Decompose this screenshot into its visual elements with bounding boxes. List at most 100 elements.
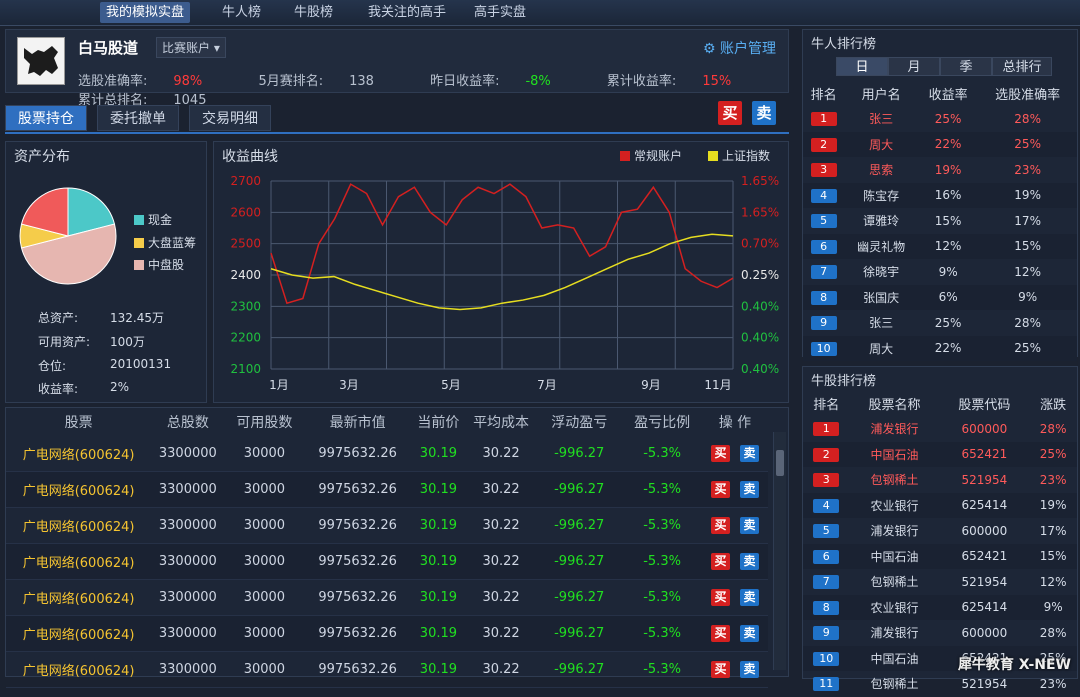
- rank-cell: 625414: [939, 594, 1030, 620]
- rank-cell: 25%: [934, 315, 962, 330]
- rank-row[interactable]: 5 谭雅玲 15% 17%: [803, 208, 1077, 234]
- table-cell: -996.27: [536, 507, 623, 544]
- rank-row[interactable]: 2 周大 22% 25%: [803, 131, 1077, 157]
- buy-button[interactable]: 买: [718, 101, 742, 125]
- rank-cell: 22%: [917, 131, 979, 157]
- row-sell-button[interactable]: 卖: [739, 553, 759, 570]
- col-header: 当前价: [417, 415, 460, 431]
- tab-expert[interactable]: 高手实盘: [468, 2, 532, 23]
- table-cell: 30.22: [465, 436, 537, 472]
- rank-cell: 652421: [939, 441, 1030, 467]
- rank-row[interactable]: 7 徐晓宇 9% 12%: [803, 259, 1077, 285]
- row-buy-button[interactable]: 买: [710, 517, 730, 534]
- tab-holdings[interactable]: 股票持仓: [5, 105, 87, 131]
- legend-midcap: 中盘股: [134, 256, 184, 273]
- table-row[interactable]: 广电网络(600624) 3300000 30000 9975632.26 30.19 3…: [6, 436, 768, 472]
- tab-my-sim[interactable]: 我的模拟实盘: [100, 2, 191, 23]
- rtab-total[interactable]: 总排行: [992, 57, 1052, 76]
- rtab-day[interactable]: 日: [836, 57, 888, 76]
- rank-cell: 19%: [1029, 492, 1077, 518]
- rank-row[interactable]: 9 张三 25% 28%: [803, 310, 1077, 336]
- tab-niuren[interactable]: 牛人榜: [216, 2, 267, 23]
- rank-cell: 15%: [978, 233, 1077, 259]
- rank-row[interactable]: 2 中国石油 652421 25%: [803, 441, 1077, 467]
- table-cell: 9975632.26: [304, 651, 411, 688]
- rank-row[interactable]: 6 中国石油 652421 15%: [803, 543, 1077, 569]
- legend-swatch: [134, 238, 144, 248]
- y-left-tick: 2500: [230, 237, 261, 251]
- rank-row[interactable]: 1 张三 25% 28%: [803, 106, 1077, 132]
- rank-row[interactable]: 5 浦发银行 600000 17%: [803, 518, 1077, 544]
- rank-cell: 15%: [934, 213, 962, 228]
- row-buy-button[interactable]: 买: [710, 445, 730, 462]
- rank-header: 排名: [810, 87, 837, 103]
- rank-row[interactable]: 4 陈宝存 16% 19%: [803, 182, 1077, 208]
- table-row[interactable]: 广电网络(600624) 3300000 30000 9975632.26 30.19 3…: [6, 543, 768, 580]
- rank-cell: 11: [803, 671, 850, 697]
- row-sell-button[interactable]: 卖: [739, 625, 759, 642]
- table-scrollbar[interactable]: [773, 432, 786, 670]
- table-cell: 30000: [224, 471, 305, 508]
- rtab-month[interactable]: 月: [888, 57, 940, 76]
- table-cell: 30.19: [410, 507, 466, 544]
- rank-cell: 3: [803, 157, 844, 183]
- rtab-quarter[interactable]: 季: [940, 57, 992, 76]
- x-tick: 3月: [339, 378, 359, 392]
- table-row[interactable]: 广电网络(600624) 3300000 30000 9975632.26 30.19 3…: [6, 579, 768, 616]
- rank-row[interactable]: 10 周大 22% 25%: [803, 335, 1077, 361]
- rank-cell: 9%: [978, 284, 1077, 310]
- table-cell: 30.22: [465, 471, 537, 508]
- rank-row[interactable]: 1 浦发银行 600000 28%: [803, 416, 1077, 442]
- legend-swatch: [134, 260, 144, 270]
- row-buy-button[interactable]: 买: [710, 661, 730, 678]
- rank-row[interactable]: 3 思索 19% 23%: [803, 157, 1077, 183]
- row-sell-button[interactable]: 卖: [739, 661, 759, 678]
- account-select[interactable]: 比赛账户 ▾: [156, 37, 226, 58]
- tab-following[interactable]: 我关注的高手: [362, 2, 452, 23]
- table-cell: -996.27: [536, 543, 623, 580]
- sell-button[interactable]: 卖: [752, 101, 776, 125]
- table-cell: 9975632.26: [304, 615, 411, 652]
- rank-cell: 600000: [961, 523, 1008, 538]
- rank-row[interactable]: 3 包钢稀土 521954 23%: [803, 467, 1077, 493]
- row-buy-button[interactable]: 买: [710, 625, 730, 642]
- op-cell: 买卖: [701, 579, 768, 616]
- scroll-thumb[interactable]: [776, 450, 784, 476]
- rank-row[interactable]: 8 农业银行 625414 9%: [803, 594, 1077, 620]
- y-left-tick: 2600: [230, 205, 261, 219]
- table-cell: -996.27: [536, 579, 623, 616]
- table-row[interactable]: 广电网络(600624) 3300000 30000 9975632.26 30.19 3…: [6, 615, 768, 652]
- account-manage-link[interactable]: ⚙ 账户管理: [703, 38, 776, 58]
- rank-row[interactable]: 6 幽灵礼物 12% 15%: [803, 233, 1077, 259]
- table-row[interactable]: 广电网络(600624) 3300000 30000 9975632.26 30.19 3…: [6, 507, 768, 544]
- rank-badge: 1: [810, 112, 837, 127]
- table-cell: 广电网络(600624): [6, 543, 152, 580]
- niuren-title: 牛人排行榜: [811, 37, 877, 52]
- x-tick: 7月: [537, 378, 557, 392]
- legend-bluechip: 大盘蓝筹: [134, 234, 196, 251]
- row-sell-button[interactable]: 卖: [739, 589, 759, 606]
- tab-trades[interactable]: 交易明细: [189, 105, 271, 131]
- row-sell-button[interactable]: 卖: [739, 445, 759, 462]
- row-buy-button[interactable]: 买: [710, 553, 730, 570]
- row-sell-button[interactable]: 卖: [739, 517, 759, 534]
- tab-orders[interactable]: 委托撤单: [97, 105, 179, 131]
- table-row[interactable]: 广电网络(600624) 3300000 30000 9975632.26 30.19 3…: [6, 471, 768, 508]
- row-buy-button[interactable]: 买: [710, 481, 730, 498]
- x-tick: 11月: [704, 378, 731, 392]
- table-row[interactable]: 广电网络(600624) 3300000 30000 9975632.26 30.19 3…: [6, 651, 768, 688]
- rank-badge: 3: [810, 163, 837, 178]
- rank-cell: 6: [803, 233, 845, 259]
- rank-row[interactable]: 8 张国庆 6% 9%: [803, 284, 1077, 310]
- tab-niugu[interactable]: 牛股榜: [288, 2, 339, 23]
- rank-row[interactable]: 7 包钢稀土 521954 12%: [803, 569, 1077, 595]
- row-sell-button[interactable]: 卖: [739, 481, 759, 498]
- col-header: 盈亏比例: [634, 415, 691, 431]
- rank-row[interactable]: 9 浦发银行 600000 28%: [803, 620, 1077, 646]
- row-buy-button[interactable]: 买: [710, 589, 730, 606]
- stat-rank-may: 5月赛排名: 138: [258, 74, 374, 89]
- rank-row[interactable]: 4 农业银行 625414 19%: [803, 492, 1077, 518]
- rank-row[interactable]: 11 包钢稀土 521954 23%: [803, 671, 1077, 697]
- rank-cell: 25%: [978, 131, 1077, 157]
- niugu-panel: 牛股排行榜 排名 股票名称 股票代码 涨跌 1 浦发银行 600000 28% 2 中国石油 652…: [802, 366, 1078, 692]
